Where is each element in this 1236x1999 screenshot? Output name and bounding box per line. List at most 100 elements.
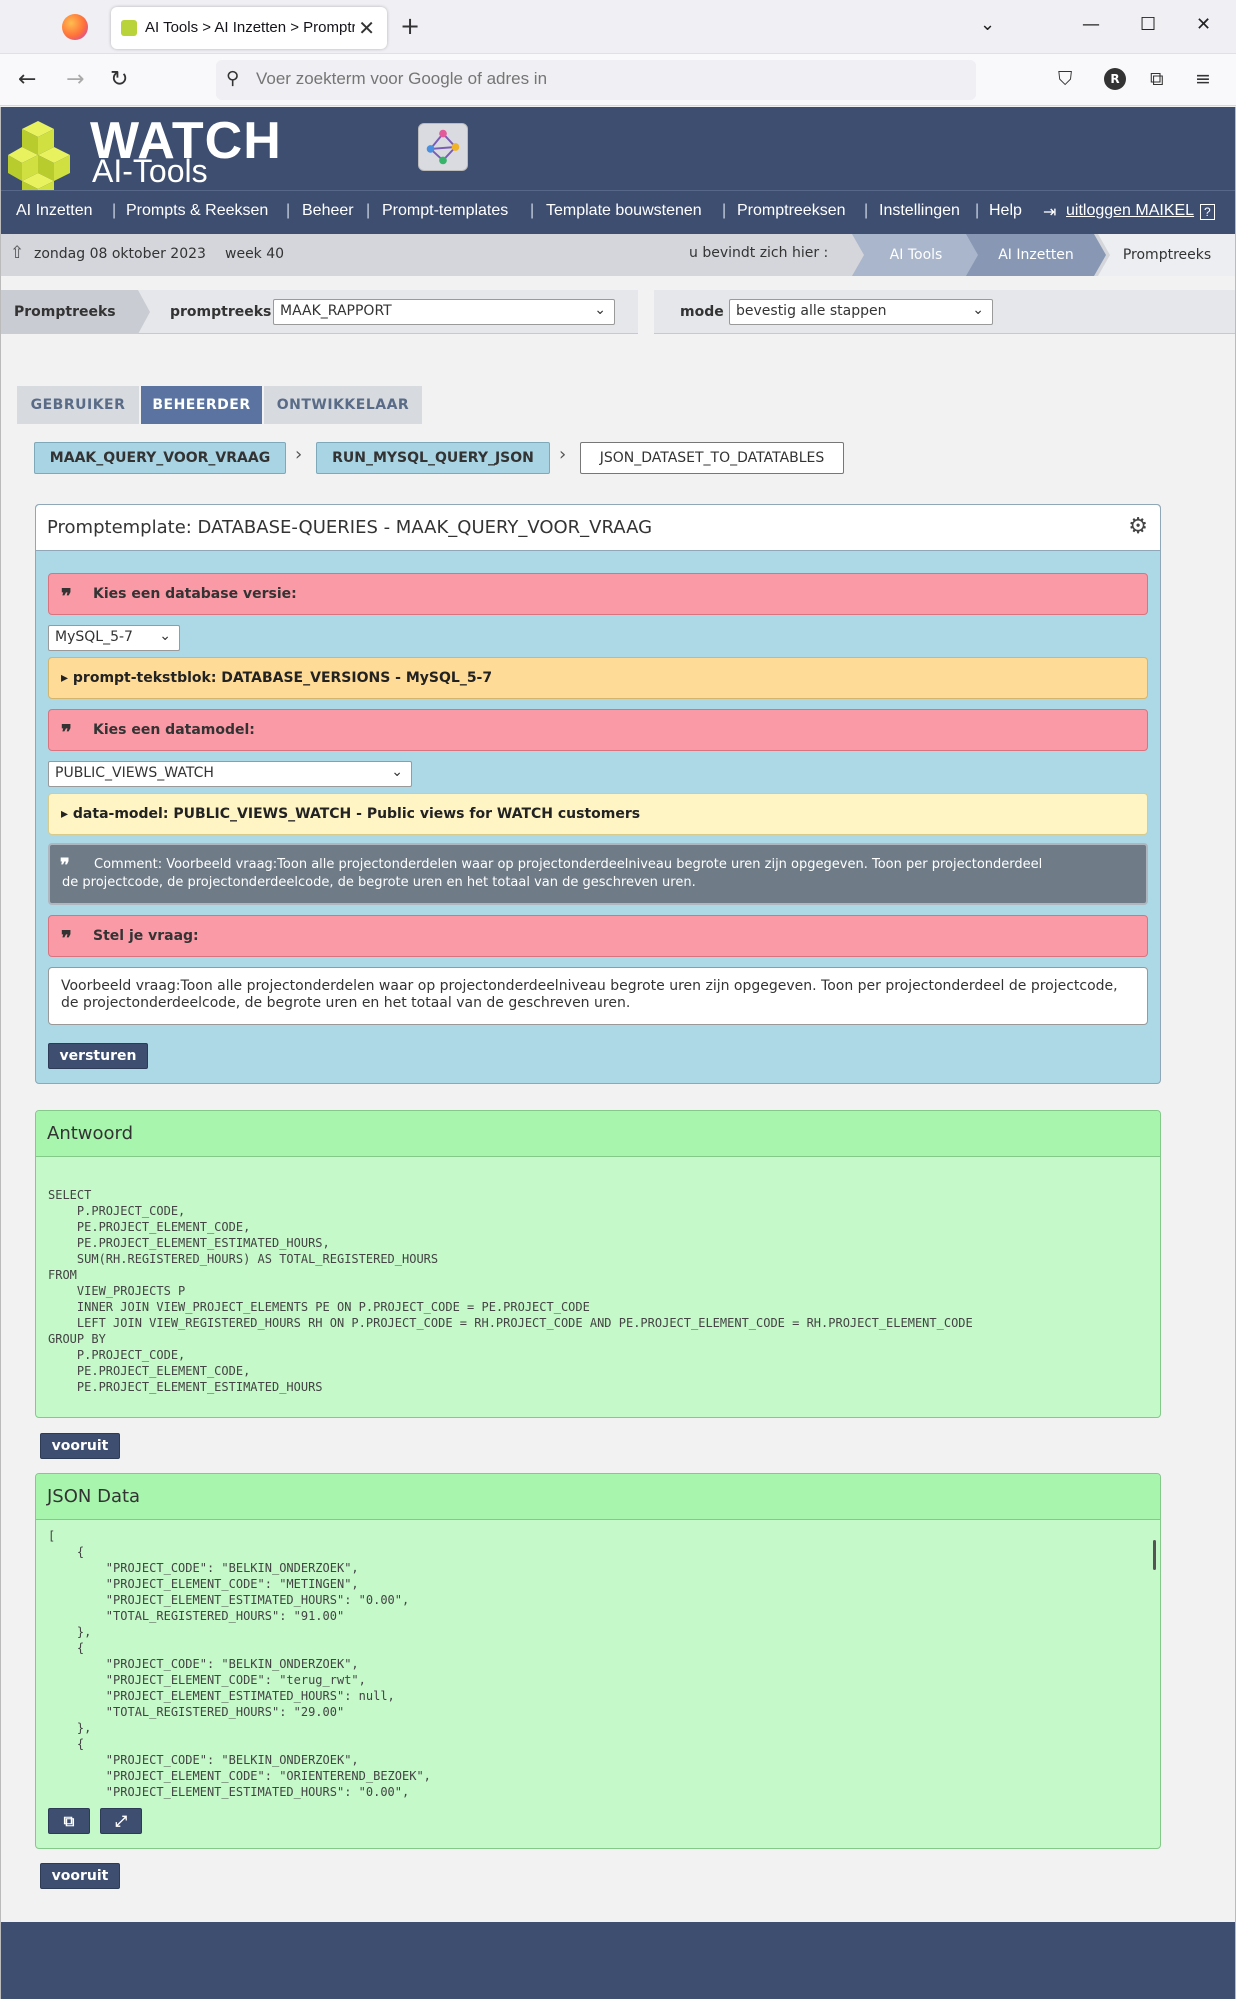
watch-logo-icon[interactable] — [8, 117, 90, 199]
forward-icon[interactable]: → — [66, 67, 84, 92]
breadcrumb-bar: ⇧ zondag 08 oktober 2023 week 40 u bevin… — [0, 234, 1236, 276]
account-avatar[interactable]: R — [1104, 68, 1126, 90]
menu-separator: | — [530, 202, 535, 219]
tab-beheerder[interactable]: BEHEERDER — [141, 386, 262, 424]
json-data-panel: JSON Data [ { "PROJECT_CODE": "BELKIN_ON… — [35, 1473, 1161, 1849]
prompt-textblock-bar[interactable]: ▸ prompt-tekstblok: DATABASE_VERSIONS - … — [48, 657, 1148, 699]
menu-item-prompt-templates[interactable]: Prompt-templates — [382, 202, 508, 220]
json-data-code: [ { "PROJECT_CODE": "BELKIN_ONDERZOEK", … — [48, 1529, 431, 1799]
main-menu: AI Inzetten | Prompts & Reeksen | Beheer… — [0, 190, 1236, 234]
breadcrumb-ai-tools[interactable]: AI Tools — [852, 234, 980, 276]
quote-icon: ❞ — [61, 584, 72, 608]
tab-gebruiker[interactable]: GEBRUIKER — [17, 386, 139, 424]
menu-separator: | — [864, 202, 869, 219]
quote-icon: ❞ — [60, 855, 70, 876]
pocket-icon[interactable]: ⛉ — [1058, 68, 1072, 90]
menu-item-instellingen[interactable]: Instellingen — [879, 202, 960, 220]
db-version-select[interactable]: MySQL_5-7 ⌄ — [48, 625, 180, 651]
db-version-label: Kies een database versie: — [93, 586, 297, 602]
datamodel-value: PUBLIC_VIEWS_WATCH — [55, 765, 214, 781]
quote-icon: ❞ — [61, 926, 72, 950]
chevron-down-icon: ⌄ — [594, 302, 606, 318]
menu-separator: | — [975, 202, 980, 219]
tab-ontwikkelaar[interactable]: ONTWIKKELAAR — [264, 386, 422, 424]
promptreeks-label: promptreeks — [170, 304, 272, 320]
logo-subtitle: AI-Tools — [92, 153, 208, 189]
browser-tab-bar: AI Tools > AI Inzetten > Promptreeks ✕ +… — [0, 0, 1236, 54]
step-maak-query-voor-vraag[interactable]: MAAK_QUERY_VOOR_VRAAG — [34, 442, 286, 474]
menu-item-ai-inzetten[interactable]: AI Inzetten — [16, 202, 93, 220]
prompt-template-panel: Promptemplate: DATABASE-QUERIES - MAAK_Q… — [35, 504, 1161, 1084]
question-text-line-2: de projectonderdeelcode, de begrote uren… — [61, 995, 631, 1011]
menu-icon[interactable]: ≡ — [1195, 68, 1211, 90]
maximize-icon[interactable]: ☐ — [1140, 14, 1156, 35]
promptreeks-heading: Promptreeks — [14, 304, 116, 320]
db-version-value: MySQL_5-7 — [55, 629, 133, 645]
vooruit-button-1[interactable]: vooruit — [40, 1433, 120, 1459]
versturen-button[interactable]: versturen — [48, 1043, 148, 1069]
prompt-template-header: Promptemplate: DATABASE-QUERIES - MAAK_Q… — [36, 505, 1160, 551]
menu-item-promptreeksen[interactable]: Promptreeksen — [737, 202, 846, 220]
mode-value: bevestig alle stappen — [736, 303, 887, 319]
prompt-textblock-label: ▸ prompt-tekstblok: DATABASE_VERSIONS - … — [61, 670, 493, 686]
logout-icon[interactable]: ⇥ — [1043, 202, 1056, 222]
comment-line-2: de projectcode, de projectonderdeelcode,… — [62, 875, 696, 890]
help-icon[interactable]: ? — [1200, 204, 1215, 220]
extensions-icon[interactable]: ⧉ — [1150, 68, 1164, 90]
minimize-icon[interactable]: — — [1082, 14, 1100, 35]
step-run-mysql-query-json[interactable]: RUN_MYSQL_QUERY_JSON — [316, 442, 550, 474]
url-bar[interactable]: ⚲ — [216, 60, 976, 100]
copy-icon[interactable]: ⧉ — [48, 1808, 90, 1834]
app-footer — [0, 1922, 1236, 1999]
answer-sql-code: SELECT P.PROJECT_CODE, PE.PROJECT_ELEMEN… — [48, 1188, 973, 1394]
datamodel-info-bar[interactable]: ▸ data-model: PUBLIC_VIEWS_WATCH - Publi… — [48, 793, 1148, 835]
browser-nav-bar: ← → ↻ ⚲ ⛉ R ⧉ ≡ — [0, 54, 1236, 106]
menu-item-template-bouwstenen[interactable]: Template bouwstenen — [546, 202, 702, 220]
firefox-icon — [62, 14, 88, 40]
network-app-icon[interactable] — [418, 123, 468, 171]
breadcrumb-ai-inzetten[interactable]: AI Inzetten — [966, 234, 1106, 276]
menu-item-beheer[interactable]: Beheer — [302, 202, 354, 220]
menu-item-prompts-reeksen[interactable]: Prompts & Reeksen — [126, 202, 268, 220]
current-date: zondag 08 oktober 2023 — [34, 246, 206, 262]
vooruit-button-2[interactable]: vooruit — [40, 1863, 120, 1889]
menu-item-help[interactable]: Help — [989, 202, 1022, 220]
step-json-dataset-to-datatables[interactable]: JSON_DATASET_TO_DATATABLES — [580, 442, 844, 474]
expand-icon[interactable]: ⤢ — [100, 1808, 142, 1834]
mode-label: mode — [680, 304, 724, 320]
datamodel-select[interactable]: PUBLIC_VIEWS_WATCH ⌄ — [48, 761, 412, 787]
close-window-icon[interactable]: ✕ — [1196, 14, 1211, 35]
current-week: week 40 — [225, 246, 285, 262]
tab-list-chevron-icon[interactable]: ⌄ — [980, 14, 995, 35]
menu-separator: | — [286, 202, 291, 219]
chevron-down-icon: ⌄ — [972, 302, 984, 318]
json-data-title: JSON Data — [47, 1486, 141, 1507]
back-icon[interactable]: ← — [18, 67, 36, 92]
tab-title: AI Tools > AI Inzetten > Promptreeks — [145, 19, 355, 36]
reload-icon[interactable]: ↻ — [110, 67, 128, 92]
new-tab-icon[interactable]: + — [400, 12, 420, 40]
menu-separator: | — [722, 202, 727, 219]
menu-separator: | — [112, 202, 117, 219]
question-textarea[interactable]: Voorbeeld vraag:Toon alle projectonderde… — [48, 967, 1148, 1025]
mode-select[interactable]: bevestig alle stappen ⌄ — [729, 299, 993, 325]
json-scrollbar[interactable] — [1153, 1540, 1156, 1570]
search-icon: ⚲ — [226, 68, 240, 89]
question-bar: ❞ Stel je vraag: — [48, 915, 1148, 957]
browser-tab[interactable]: AI Tools > AI Inzetten > Promptreeks ✕ — [111, 7, 387, 49]
close-tab-icon[interactable]: ✕ — [358, 16, 375, 40]
db-version-question-bar: ❞ Kies een database versie: — [48, 573, 1148, 615]
breadcrumb-promptreeks: Promptreeks — [1098, 234, 1236, 276]
promptreeks-select[interactable]: MAAK_RAPPORT ⌄ — [273, 299, 615, 325]
logout-link[interactable]: uitloggen MAIKEL — [1066, 202, 1194, 220]
question-label: Stel je vraag: — [93, 928, 199, 944]
datamodel-question-bar: ❞ Kies een datamodel: — [48, 709, 1148, 751]
json-data-header: JSON Data — [36, 1474, 1160, 1520]
chevron-down-icon: ⌄ — [391, 764, 403, 780]
promptreeks-value: MAAK_RAPPORT — [280, 303, 392, 319]
upload-icon[interactable]: ⇧ — [10, 243, 24, 263]
url-input[interactable] — [256, 69, 956, 89]
promptreeks-bar: Promptreeks promptreeks MAAK_RAPPORT ⌄ m… — [0, 290, 1236, 334]
comment-line-1: Comment: Voorbeeld vraag:Toon alle proje… — [94, 857, 1043, 872]
gear-icon[interactable]: ⚙ — [1128, 514, 1148, 539]
